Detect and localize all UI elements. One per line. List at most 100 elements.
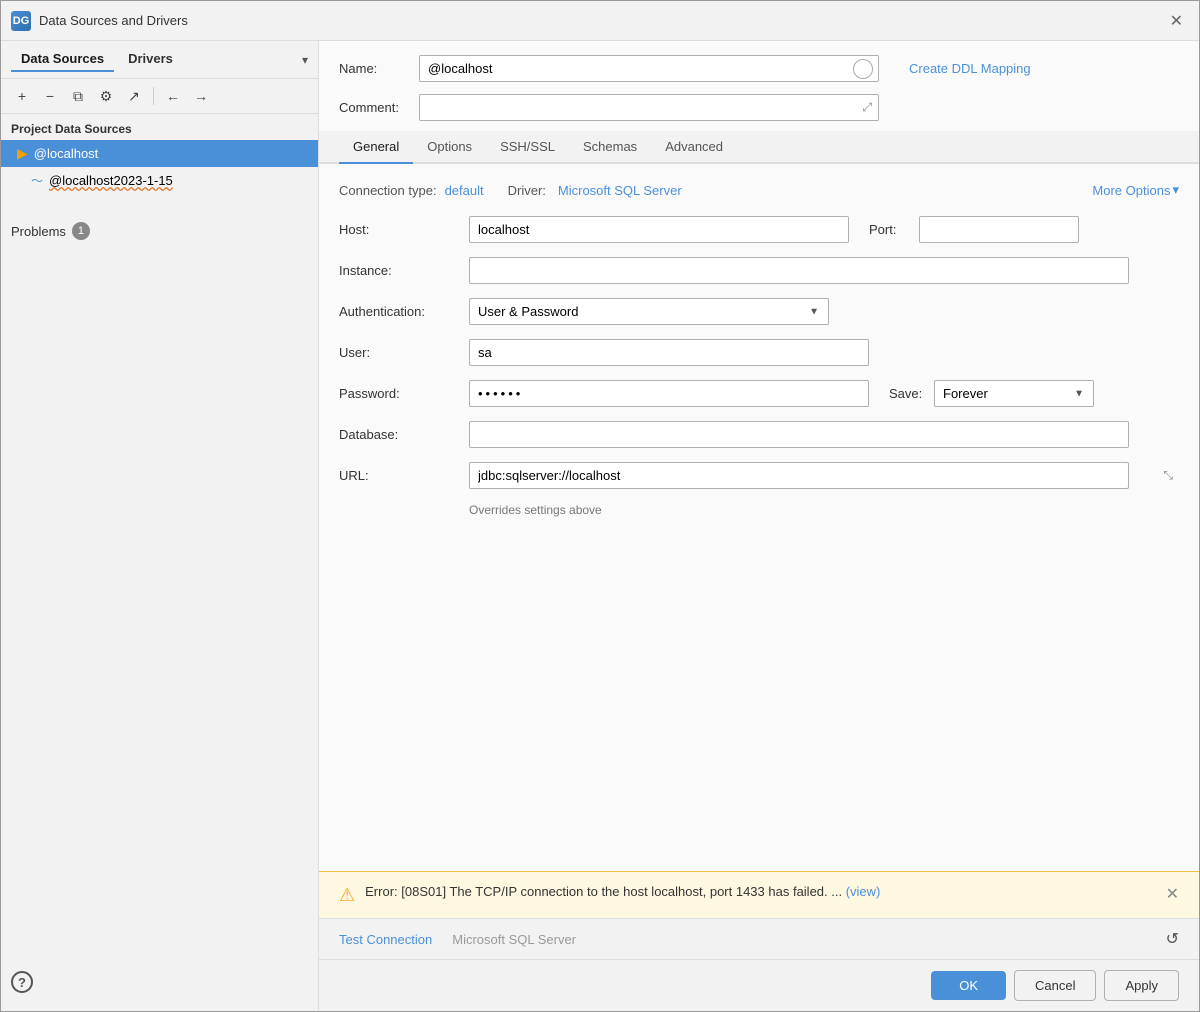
auth-label: Authentication: bbox=[339, 304, 469, 319]
tab-general[interactable]: General bbox=[339, 131, 413, 164]
name-input-wrap bbox=[419, 55, 879, 82]
error-message: Error: [08S01] The TCP/IP connection to … bbox=[365, 884, 842, 899]
problems-section: Problems 1 bbox=[1, 214, 318, 248]
tab-schemas[interactable]: Schemas bbox=[569, 131, 651, 164]
more-options-link[interactable]: More Options ▾ bbox=[1092, 182, 1179, 198]
tab-advanced[interactable]: Advanced bbox=[651, 131, 737, 164]
left-tabs: Data Sources Drivers ▾ bbox=[1, 41, 318, 79]
tabs-bar: General Options SSH/SSL Schemas Advanced bbox=[319, 131, 1199, 164]
copy-button[interactable]: ⧉ bbox=[65, 83, 91, 109]
ok-button[interactable]: OK bbox=[931, 971, 1006, 1000]
error-warning-icon: ⚠ bbox=[339, 885, 355, 906]
comment-input-wrap: ⤢ bbox=[419, 94, 879, 121]
tab-drivers[interactable]: Drivers bbox=[118, 47, 183, 72]
forward-button[interactable]: → bbox=[188, 83, 214, 109]
connection-type-row: Connection type: default Driver: Microso… bbox=[339, 182, 1179, 198]
more-options-chevron-icon: ▾ bbox=[1172, 182, 1179, 198]
url-input[interactable] bbox=[469, 462, 1129, 489]
driver-value[interactable]: Microsoft SQL Server bbox=[558, 183, 682, 198]
url-row: URL: ⤡ bbox=[339, 462, 1179, 489]
settings-button[interactable]: ⚙ bbox=[93, 83, 119, 109]
error-view-link[interactable]: (view) bbox=[846, 884, 881, 899]
export-button[interactable]: ↗ bbox=[121, 83, 147, 109]
host-input[interactable] bbox=[469, 216, 849, 243]
password-input[interactable] bbox=[469, 380, 869, 407]
back-button[interactable]: ← bbox=[160, 83, 186, 109]
create-ddl-link[interactable]: Create DDL Mapping bbox=[909, 61, 1031, 76]
project-data-sources-label: Project Data Sources bbox=[1, 114, 318, 140]
auth-row: Authentication: User & Password Windows … bbox=[339, 298, 1179, 325]
instance-row: Instance: bbox=[339, 257, 1179, 284]
user-label: User: bbox=[339, 345, 469, 360]
url-expand-icon[interactable]: ⤡ bbox=[1163, 468, 1173, 483]
auth-select-wrap: User & Password Windows Credentials No a… bbox=[469, 298, 829, 325]
cancel-button[interactable]: Cancel bbox=[1014, 970, 1096, 1001]
instance-label: Instance: bbox=[339, 263, 469, 278]
bottom-bar: Test Connection Microsoft SQL Server ↺ bbox=[319, 918, 1199, 959]
comment-label: Comment: bbox=[339, 100, 409, 115]
error-close-button[interactable]: ✕ bbox=[1166, 884, 1179, 904]
url-wrap: ⤡ bbox=[469, 462, 1179, 489]
port-input[interactable] bbox=[919, 216, 1079, 243]
tab-options[interactable]: Options bbox=[413, 131, 486, 164]
test-connection-link[interactable]: Test Connection bbox=[339, 932, 432, 947]
user-input[interactable] bbox=[469, 339, 869, 366]
remove-button[interactable]: − bbox=[37, 83, 63, 109]
app-icon: DG bbox=[11, 11, 31, 31]
database-row: Database: bbox=[339, 421, 1179, 448]
user-row: User: bbox=[339, 339, 1179, 366]
toolbar-separator bbox=[153, 87, 154, 105]
connection-type-value[interactable]: default bbox=[445, 183, 484, 198]
refresh-icon[interactable]: ↺ bbox=[1166, 929, 1179, 949]
url-note: Overrides settings above bbox=[469, 503, 1179, 517]
database-input[interactable] bbox=[469, 421, 1129, 448]
close-button[interactable]: ✕ bbox=[1164, 9, 1189, 33]
port-label: Port: bbox=[869, 222, 919, 237]
host-row: Host: Port: bbox=[339, 216, 1179, 243]
apply-button[interactable]: Apply bbox=[1104, 970, 1179, 1001]
tab-dropdown-arrow[interactable]: ▾ bbox=[302, 53, 308, 67]
main-window: DG Data Sources and Drivers ✕ Data Sourc… bbox=[0, 0, 1200, 1012]
localhost2023-icon: 〜 bbox=[31, 172, 43, 189]
problems-badge: 1 bbox=[72, 222, 90, 240]
tab-ssh-ssl[interactable]: SSH/SSL bbox=[486, 131, 569, 164]
problems-label: Problems bbox=[11, 224, 66, 239]
password-row: Password: Save: Forever For Session Neve… bbox=[339, 380, 1179, 407]
database-label: Database: bbox=[339, 427, 469, 442]
instance-input[interactable] bbox=[469, 257, 1129, 284]
auth-select[interactable]: User & Password Windows Credentials No a… bbox=[469, 298, 829, 325]
name-row: Name: Create DDL Mapping bbox=[319, 41, 1199, 90]
help-button[interactable]: ? bbox=[11, 971, 33, 993]
name-circle-button[interactable] bbox=[853, 59, 873, 79]
add-button[interactable]: + bbox=[9, 83, 35, 109]
comment-row: Comment: ⤢ bbox=[319, 90, 1199, 131]
driver-label: Driver: bbox=[508, 183, 546, 198]
save-select-wrap: Forever For Session Never bbox=[934, 380, 1094, 407]
comment-expand-button[interactable]: ⤢ bbox=[856, 98, 878, 117]
password-label: Password: bbox=[339, 386, 469, 401]
comment-input[interactable] bbox=[420, 95, 856, 120]
form-area: Connection type: default Driver: Microso… bbox=[319, 164, 1199, 871]
name-label: Name: bbox=[339, 61, 409, 76]
host-label: Host: bbox=[339, 222, 469, 237]
localhost-expand-icon: ▶ bbox=[17, 145, 28, 162]
save-select[interactable]: Forever For Session Never bbox=[934, 380, 1094, 407]
localhost-label: @localhost bbox=[34, 146, 99, 161]
bottom-driver-label: Microsoft SQL Server bbox=[452, 932, 576, 947]
name-input[interactable] bbox=[420, 56, 853, 81]
tree-item-localhost2023[interactable]: 〜 @localhost2023-1-15 bbox=[1, 167, 318, 194]
tab-data-sources[interactable]: Data Sources bbox=[11, 47, 114, 72]
save-label: Save: bbox=[889, 386, 934, 401]
url-label: URL: bbox=[339, 468, 469, 483]
title-bar: DG Data Sources and Drivers ✕ bbox=[1, 1, 1199, 41]
window-body: Data Sources Drivers ▾ + − ⧉ ⚙ ↗ ← → Pro… bbox=[1, 41, 1199, 1011]
left-panel: Data Sources Drivers ▾ + − ⧉ ⚙ ↗ ← → Pro… bbox=[1, 41, 319, 1011]
bottom-help: ? bbox=[1, 963, 318, 1001]
connection-type-label: Connection type: bbox=[339, 183, 437, 198]
action-buttons: OK Cancel Apply bbox=[319, 959, 1199, 1011]
localhost2023-label: @localhost2023-1-15 bbox=[49, 173, 173, 188]
tree-item-localhost[interactable]: ▶ @localhost bbox=[1, 140, 318, 167]
window-title: Data Sources and Drivers bbox=[39, 13, 1164, 28]
right-panel: Name: Create DDL Mapping Comment: ⤢ Gene… bbox=[319, 41, 1199, 1011]
error-text: Error: [08S01] The TCP/IP connection to … bbox=[365, 884, 1155, 899]
